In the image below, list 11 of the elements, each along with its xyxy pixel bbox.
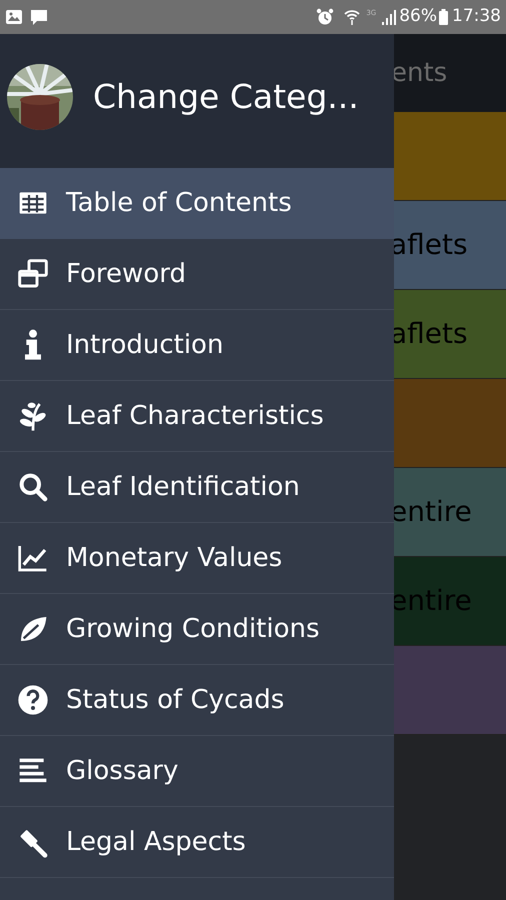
app-bar-title: ents [391, 56, 448, 90]
battery-icon [439, 9, 448, 25]
wifi-icon [344, 8, 360, 26]
message-icon [29, 8, 49, 26]
drawer-item[interactable]: Table of Contents [0, 168, 394, 239]
header-title[interactable]: Change Categ... [93, 72, 359, 122]
signal-icon [380, 9, 396, 25]
clock: 17:38 [452, 5, 501, 28]
image-icon [5, 9, 23, 25]
battery-percent: 86% [399, 5, 437, 28]
alarm-icon [316, 8, 334, 26]
